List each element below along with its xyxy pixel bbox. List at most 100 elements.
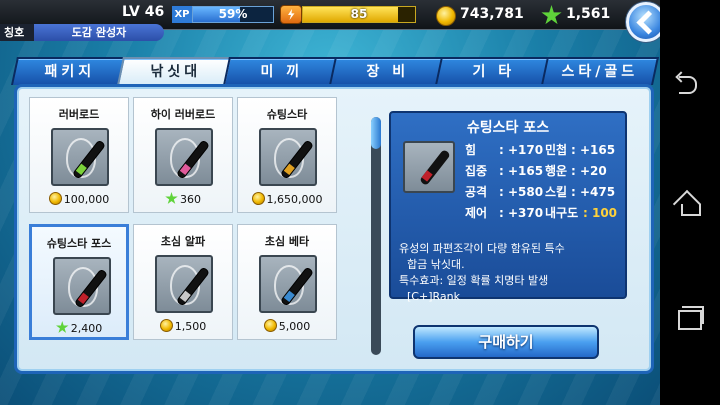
item-name: 슈팅스타 포스 — [46, 237, 112, 250]
tab-label: 낚싯대 — [150, 64, 202, 80]
stat: 내구도 : 100 — [545, 204, 625, 225]
xp-percent: 59% — [218, 7, 248, 21]
item-detail: 슈팅스타 포스 힘: +170 민첩: +165 집중: +165 행운: +20 공격… — [389, 111, 627, 303]
tab-label: 장 비 — [366, 64, 410, 80]
back-button[interactable] — [626, 2, 660, 42]
tab-label: 스타/골드 — [561, 64, 639, 80]
item-card[interactable]: 러버로드 100,000 — [29, 97, 129, 213]
stat-value: : +475 — [571, 185, 616, 199]
price-value: 1,500 — [174, 320, 207, 333]
tab-5[interactable]: 스타/골드 — [541, 57, 659, 85]
rod-image — [259, 255, 317, 313]
title-label: 칭호 — [0, 24, 34, 41]
stat: 행운: +20 — [545, 162, 625, 183]
gold-coin-icon — [159, 319, 173, 332]
tab-label: 패키지 — [44, 64, 96, 80]
stat-label: 힘 — [465, 143, 477, 157]
xp-bar: 59% — [192, 6, 274, 23]
item-card[interactable]: 초심 알파 1,500 — [133, 224, 233, 340]
tab-3[interactable]: 장 비 — [329, 57, 447, 85]
tab-label: 기 타 — [472, 64, 516, 80]
item-card[interactable]: 초심 베타 5,000 — [237, 224, 337, 340]
category-tabs: 패키지 낚싯대 미 끼 장 비 기 타 스타/골드 — [11, 57, 659, 85]
price-value: 5,000 — [278, 320, 311, 333]
star-icon — [541, 5, 562, 25]
stat: 힘 : +170 — [465, 141, 545, 162]
item-name: 초심 알파 — [160, 235, 206, 248]
stat-value: : +20 — [571, 164, 607, 178]
stat-row: 공격: +580 스킬: +475 — [465, 183, 625, 204]
stat-row: 힘 : +170 민첩: +165 — [465, 141, 625, 162]
rod-image — [155, 128, 213, 186]
stat-row: 제어: +370 내구도 : 100 — [465, 204, 625, 225]
stat-label: 행운 — [545, 164, 568, 178]
stat: 집중: +165 — [465, 162, 545, 183]
tab-4[interactable]: 기 타 — [435, 57, 553, 85]
stat-list: 힘: +170 민첩: +165 집중: +165 행운: +20 공격: +580 스킬… — [465, 141, 625, 225]
gold-amount: 743,781 — [460, 6, 524, 22]
level-label: LV 46 — [122, 4, 165, 20]
nav-home-icon[interactable] — [675, 190, 705, 220]
item-price: 360 — [134, 192, 232, 206]
rod-image — [155, 255, 213, 313]
tab-0[interactable]: 패키지 — [11, 57, 129, 85]
tab-label: 미 끼 — [260, 64, 304, 80]
stat-label: 민첩 — [545, 143, 568, 157]
item-name: 하이 러버로드 — [150, 108, 216, 121]
stat-value: : 100 — [583, 206, 618, 220]
tab-2[interactable]: 미 끼 — [223, 57, 341, 85]
rod-image — [259, 128, 317, 186]
price-value: 2,400 — [70, 322, 103, 335]
price-value: 360 — [180, 193, 201, 206]
stat: 공격: +580 — [465, 183, 545, 204]
rod-image — [51, 128, 109, 186]
buy-button[interactable]: 구매하기 — [413, 325, 599, 359]
item-description: 유성의 파편조각이 다량 함유된 특수 합금 낚싯대. 특수효과: 일정 확률 치명… — [399, 241, 627, 305]
rod-image — [53, 257, 111, 315]
item-price: 2,400 — [32, 321, 126, 335]
stat-label: 제어 — [465, 206, 488, 220]
stat-value: : +170 — [499, 143, 544, 157]
title-value: 도감 완성자 — [34, 24, 164, 41]
stat-row: 집중: +165 행운: +20 — [465, 162, 625, 183]
item-price: 1,650,000 — [238, 192, 336, 206]
nav-back-icon[interactable] — [675, 70, 705, 100]
nav-recent-apps-icon[interactable] — [675, 305, 705, 335]
item-card[interactable]: 하이 러버로드 360 — [133, 97, 233, 213]
star-amount: 1,561 — [566, 6, 611, 22]
stat-label: 내구도 — [545, 206, 579, 220]
rod-icon — [419, 148, 451, 187]
gold-coin-icon — [263, 319, 277, 332]
item-scrollbar[interactable] — [371, 117, 381, 355]
star-icon — [56, 321, 69, 333]
stat: 제어: +370 — [465, 204, 545, 225]
item-price: 100,000 — [30, 192, 128, 206]
item-name: 초심 베타 — [264, 235, 310, 248]
description-line: [C+]Rank — [407, 290, 460, 303]
energy-icon — [280, 5, 302, 24]
xp-label: XP — [172, 6, 192, 23]
item-card[interactable]: 슈팅스타 포스 2,400 — [29, 224, 129, 340]
stat-label: 집중 — [465, 164, 488, 178]
shop-panel: 러버로드 100,000 하이 러버로드 360 슈팅스타 1,650,000 슈팅스타 포… — [14, 84, 654, 374]
stat: 민첩: +165 — [545, 141, 625, 162]
item-card[interactable]: 슈팅스타 1,650,000 — [237, 97, 337, 213]
detail-rod-image — [403, 141, 455, 193]
star-icon — [165, 192, 178, 204]
game-screen: LV 46 XP 59% 85 743,781 1,561 칭호 도감 완성자 … — [0, 0, 660, 405]
item-price: 5,000 — [238, 319, 336, 333]
stat-label: 스킬 — [545, 185, 568, 199]
description-line: 특수효과: 일정 확률 치명타 발생 — [399, 274, 549, 287]
stat: 스킬: +475 — [545, 183, 625, 204]
android-nav-bar — [660, 0, 720, 405]
energy-value: 85 — [350, 7, 368, 21]
stat-label: 공격 — [465, 185, 488, 199]
item-price: 1,500 — [134, 319, 232, 333]
gold-coin-icon — [251, 192, 265, 205]
item-name: 슈팅스타 — [266, 108, 308, 121]
tab-1[interactable]: 낚싯대 — [117, 57, 235, 85]
price-value: 100,000 — [63, 193, 110, 206]
scrollbar-thumb[interactable] — [371, 117, 381, 149]
stat-value: : +165 — [571, 143, 616, 157]
detail-title: 슈팅스타 포스 — [466, 120, 550, 136]
